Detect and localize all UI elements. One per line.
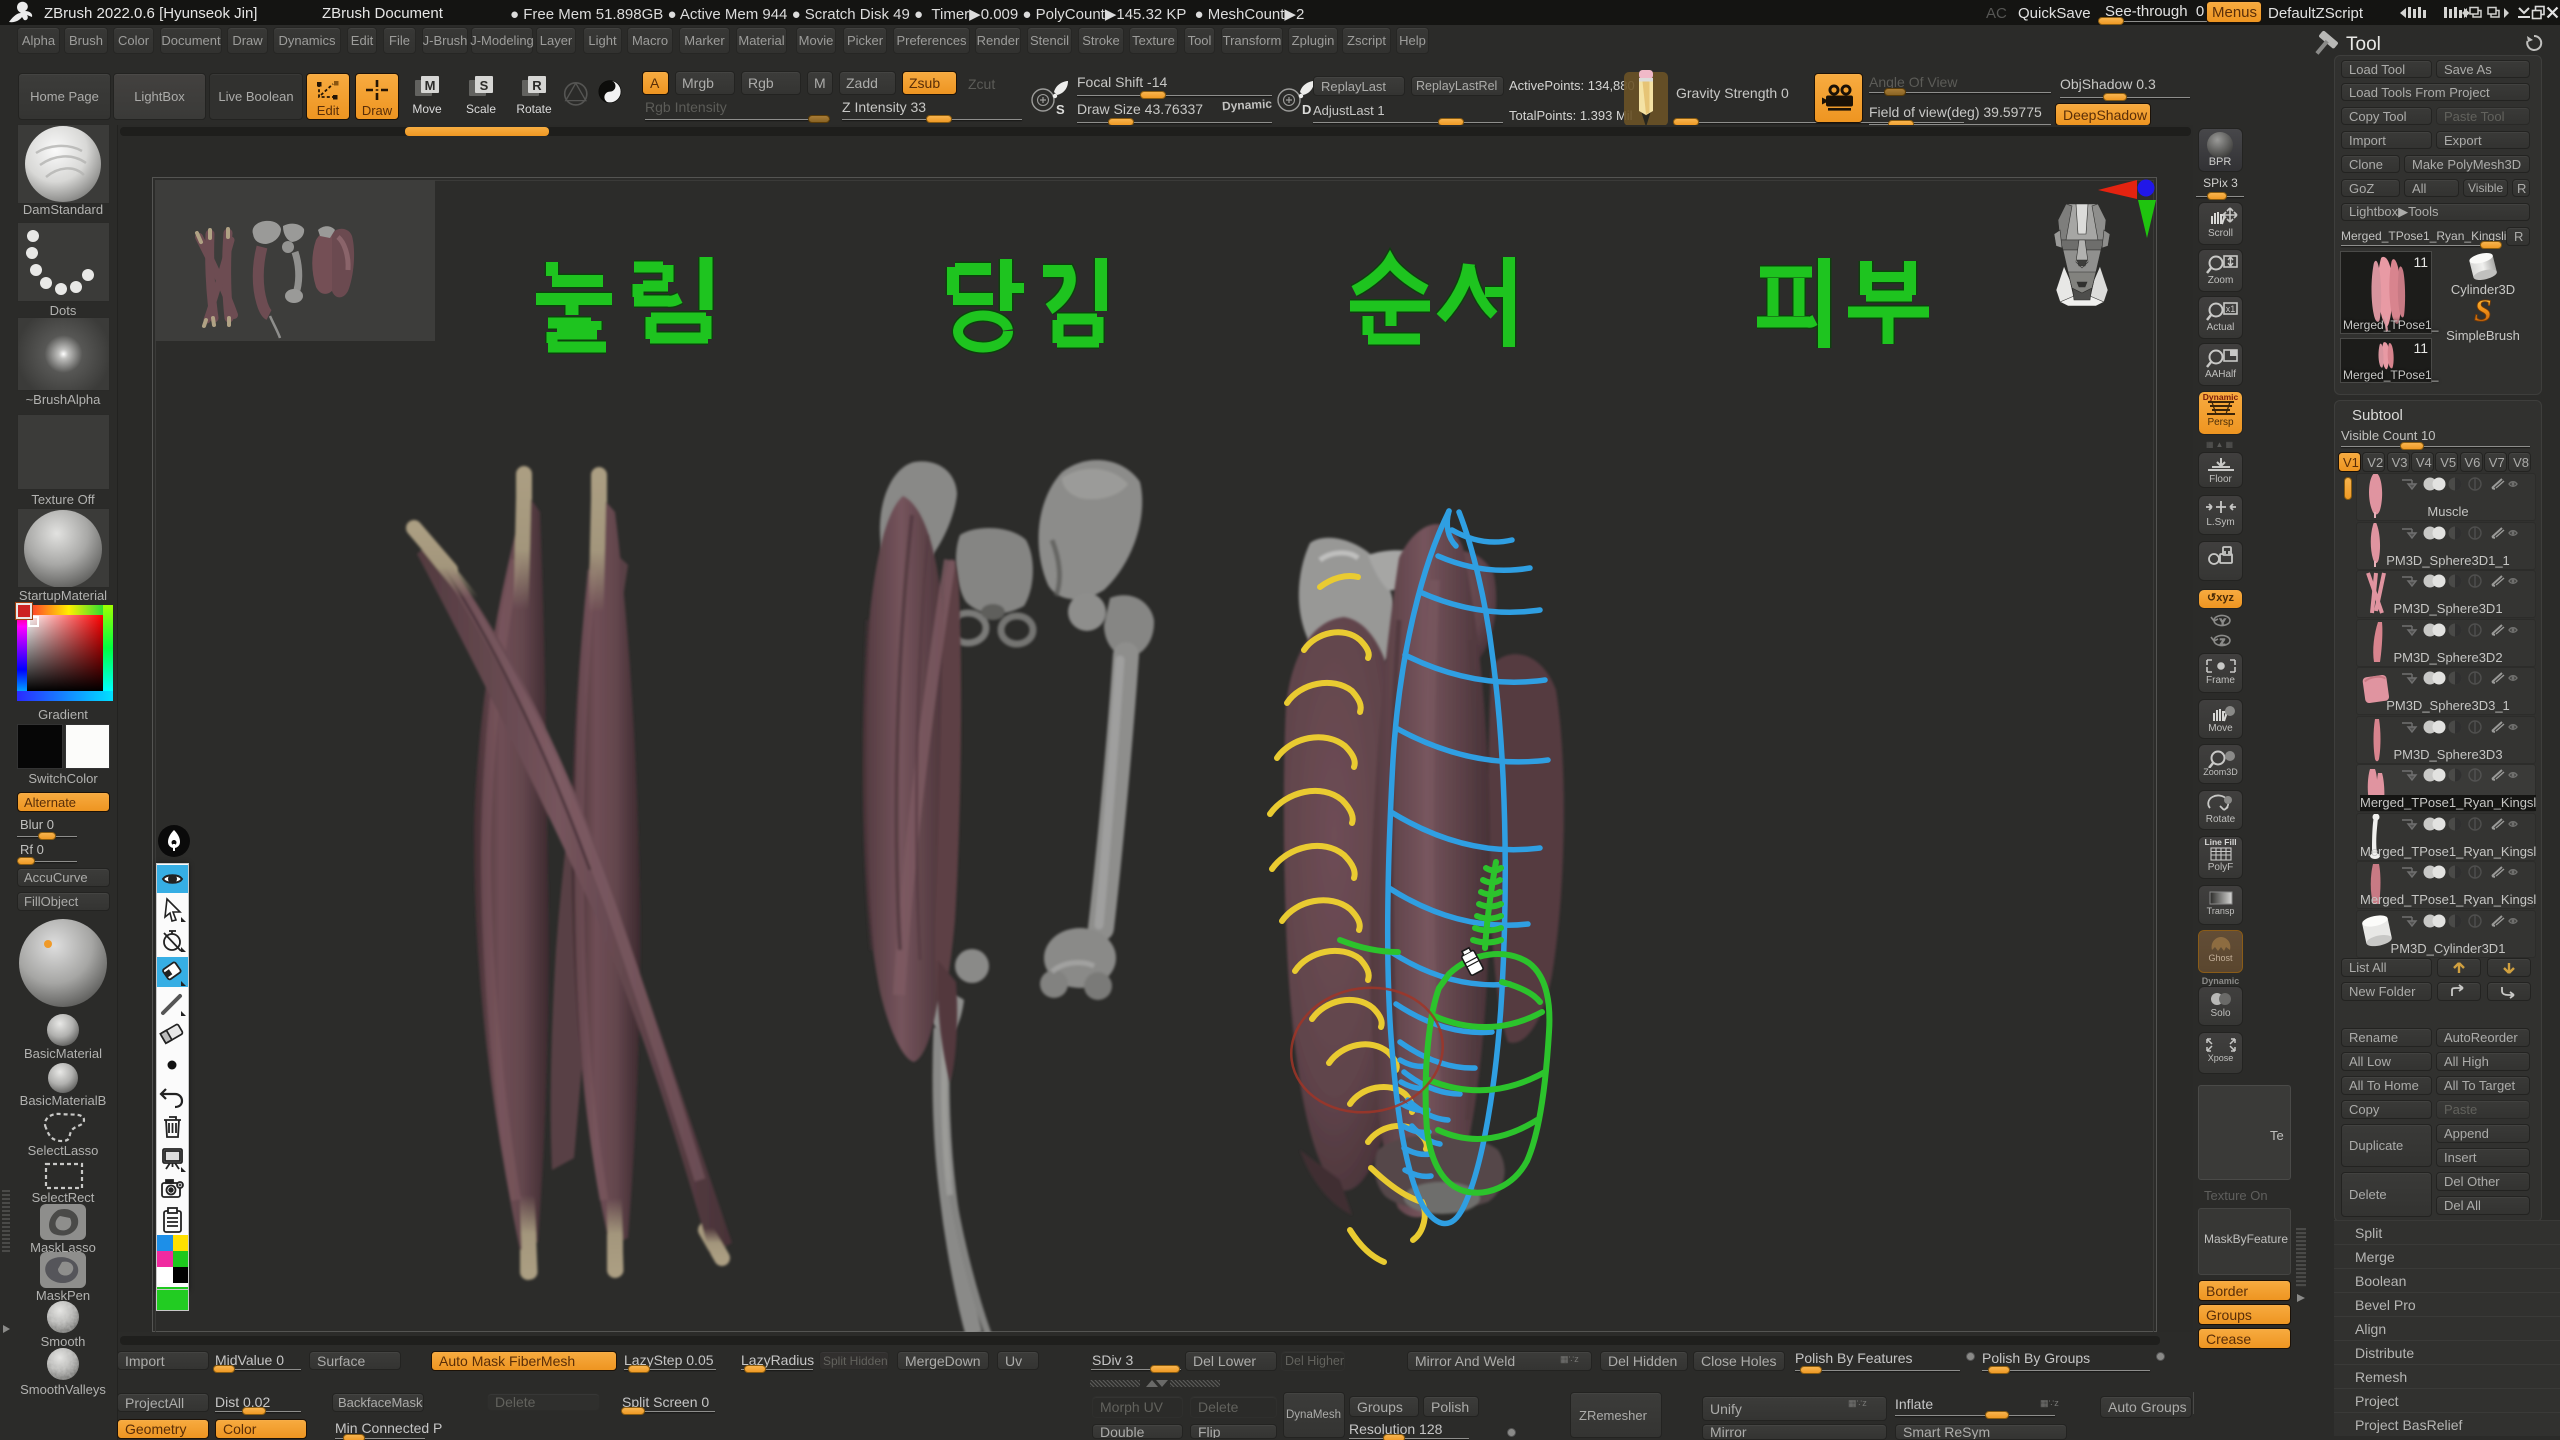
- svg-text:S: S: [2474, 295, 2492, 325]
- svg-text:Z: Z: [2220, 638, 2225, 647]
- svg-text:S: S: [1056, 102, 1065, 117]
- svg-text:Y: Y: [2220, 618, 2226, 627]
- svg-text:M: M: [425, 78, 436, 93]
- svg-text:D: D: [1302, 102, 1311, 117]
- svg-text:x1: x1: [2225, 304, 2235, 314]
- svg-text:S: S: [480, 78, 489, 93]
- svg-text:BPR: BPR: [2209, 156, 2232, 168]
- svg-text:R: R: [532, 78, 542, 93]
